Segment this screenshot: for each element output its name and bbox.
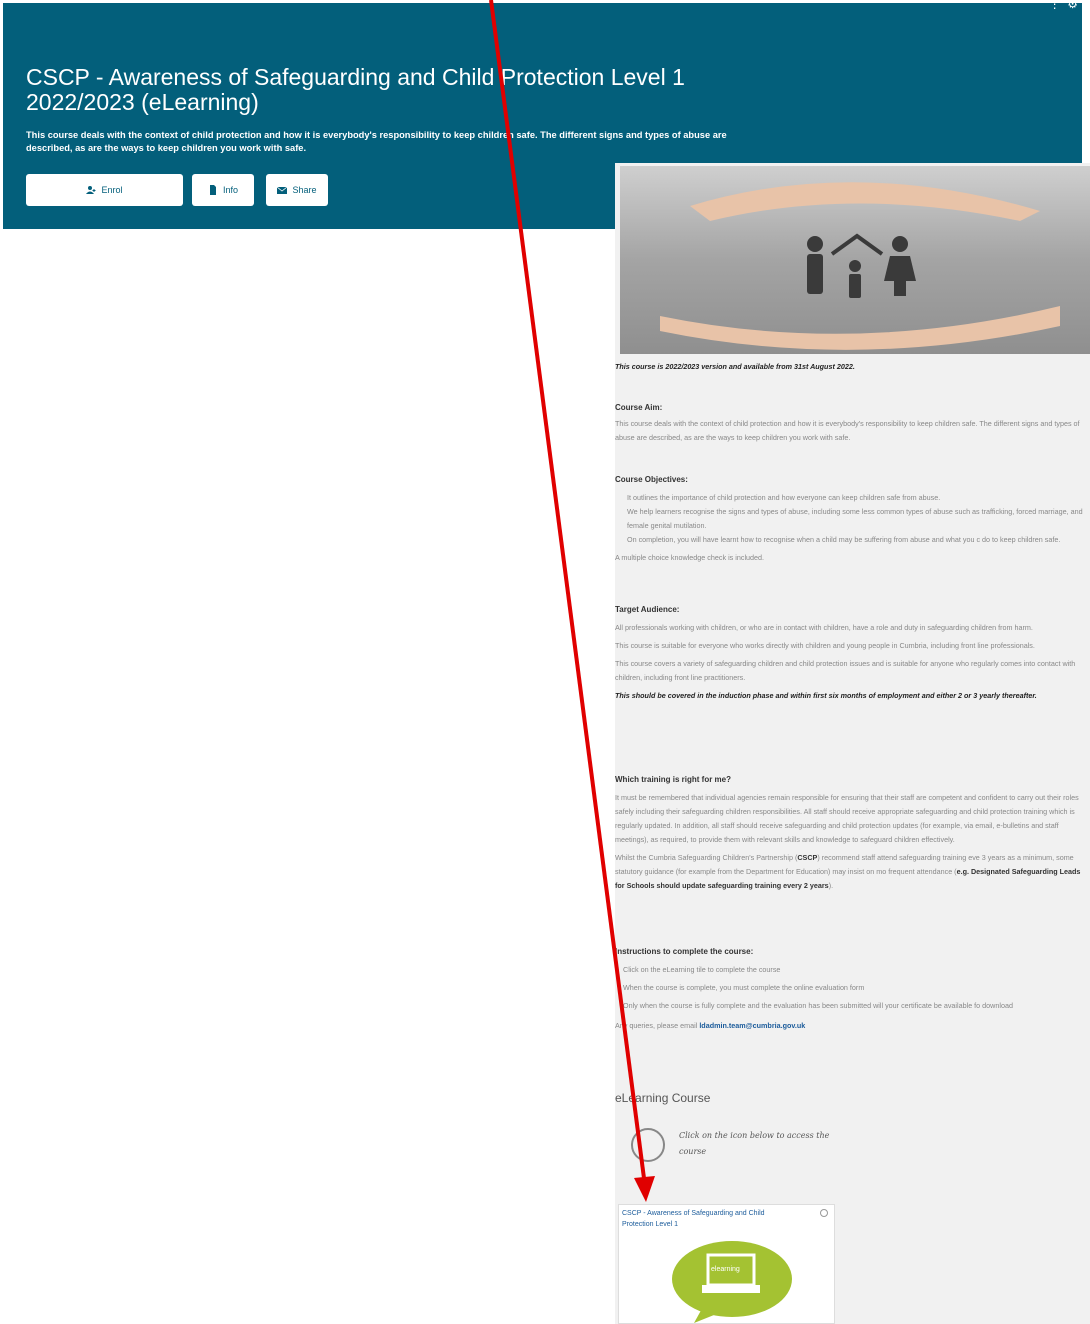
objective-item: It outlines the importance of child prot… bbox=[627, 493, 941, 502]
audience-p4: This should be covered in the induction … bbox=[615, 691, 1037, 700]
course-title: CSCP - Awareness of Safeguarding and Chi… bbox=[26, 64, 685, 115]
instruction-item: Only when the course is fully complete a… bbox=[623, 1001, 1013, 1010]
info-button[interactable]: Info bbox=[192, 174, 254, 206]
audience-p1: All professionals working with children,… bbox=[615, 623, 1033, 632]
objective-item: On completion, you will have learnt how … bbox=[627, 535, 1061, 544]
header-icons[interactable]: ⋮ ⚙ bbox=[1049, 0, 1078, 11]
elearning-heading: eLearning Course bbox=[615, 1091, 711, 1105]
queries-line: Any queries, please email ldadmin.team@c… bbox=[615, 1021, 806, 1030]
user-plus-icon bbox=[86, 186, 96, 194]
click-hint-icon bbox=[631, 1128, 665, 1162]
objective-item: We help learners recognise the signs and… bbox=[627, 507, 1083, 530]
info-label: Info bbox=[222, 185, 238, 195]
objectives-heading: Course Objectives: bbox=[615, 475, 688, 484]
course-description: This course deals with the context of ch… bbox=[26, 130, 727, 153]
tile-title: CSCP - Awareness of Safeguarding and Chi… bbox=[622, 1210, 765, 1228]
aim-heading: Course Aim: bbox=[615, 403, 663, 412]
tile-status-icon bbox=[820, 1209, 828, 1217]
elearning-course-tile[interactable]: CSCP - Awareness of Safeguarding and Chi… bbox=[618, 1204, 835, 1324]
training-p2: Whilst the Cumbria Safeguarding Children… bbox=[615, 853, 1081, 890]
click-hint-text: Click on the icon below to access the co… bbox=[679, 1131, 830, 1156]
tile-badge: elearning bbox=[711, 1266, 740, 1273]
instructions-heading: Instructions to complete the course: bbox=[615, 947, 754, 956]
document-icon bbox=[209, 185, 216, 195]
aim-text: This course deals with the context of ch… bbox=[615, 419, 1080, 442]
instruction-item: Click on the eLearning tile to complete … bbox=[623, 965, 781, 974]
enrol-label: Enrol bbox=[101, 185, 123, 195]
training-heading: Which training is right for me? bbox=[615, 775, 731, 784]
instruction-item: When the course is complete, you must co… bbox=[623, 983, 865, 992]
share-button[interactable]: Share bbox=[266, 174, 328, 206]
elearning-icon bbox=[672, 1241, 792, 1323]
course-details-panel: This course is 2022/2023 version and ava… bbox=[615, 163, 1090, 1324]
hands-family-image bbox=[620, 166, 1090, 354]
admin-email-link[interactable]: ldadmin.team@cumbria.gov.uk bbox=[699, 1021, 805, 1030]
objectives-note: A multiple choice knowledge check is inc… bbox=[615, 553, 765, 562]
share-label: Share bbox=[292, 185, 317, 195]
envelope-icon bbox=[277, 186, 288, 194]
version-note: This course is 2022/2023 version and ava… bbox=[615, 362, 855, 371]
enrol-button[interactable]: Enrol bbox=[26, 174, 183, 206]
audience-p3: This course covers a variety of safeguar… bbox=[615, 659, 1076, 682]
audience-heading: Target Audience: bbox=[615, 605, 680, 614]
audience-p2: This course is suitable for everyone who… bbox=[615, 641, 1035, 650]
training-p1: It must be remembered that individual ag… bbox=[615, 793, 1079, 844]
